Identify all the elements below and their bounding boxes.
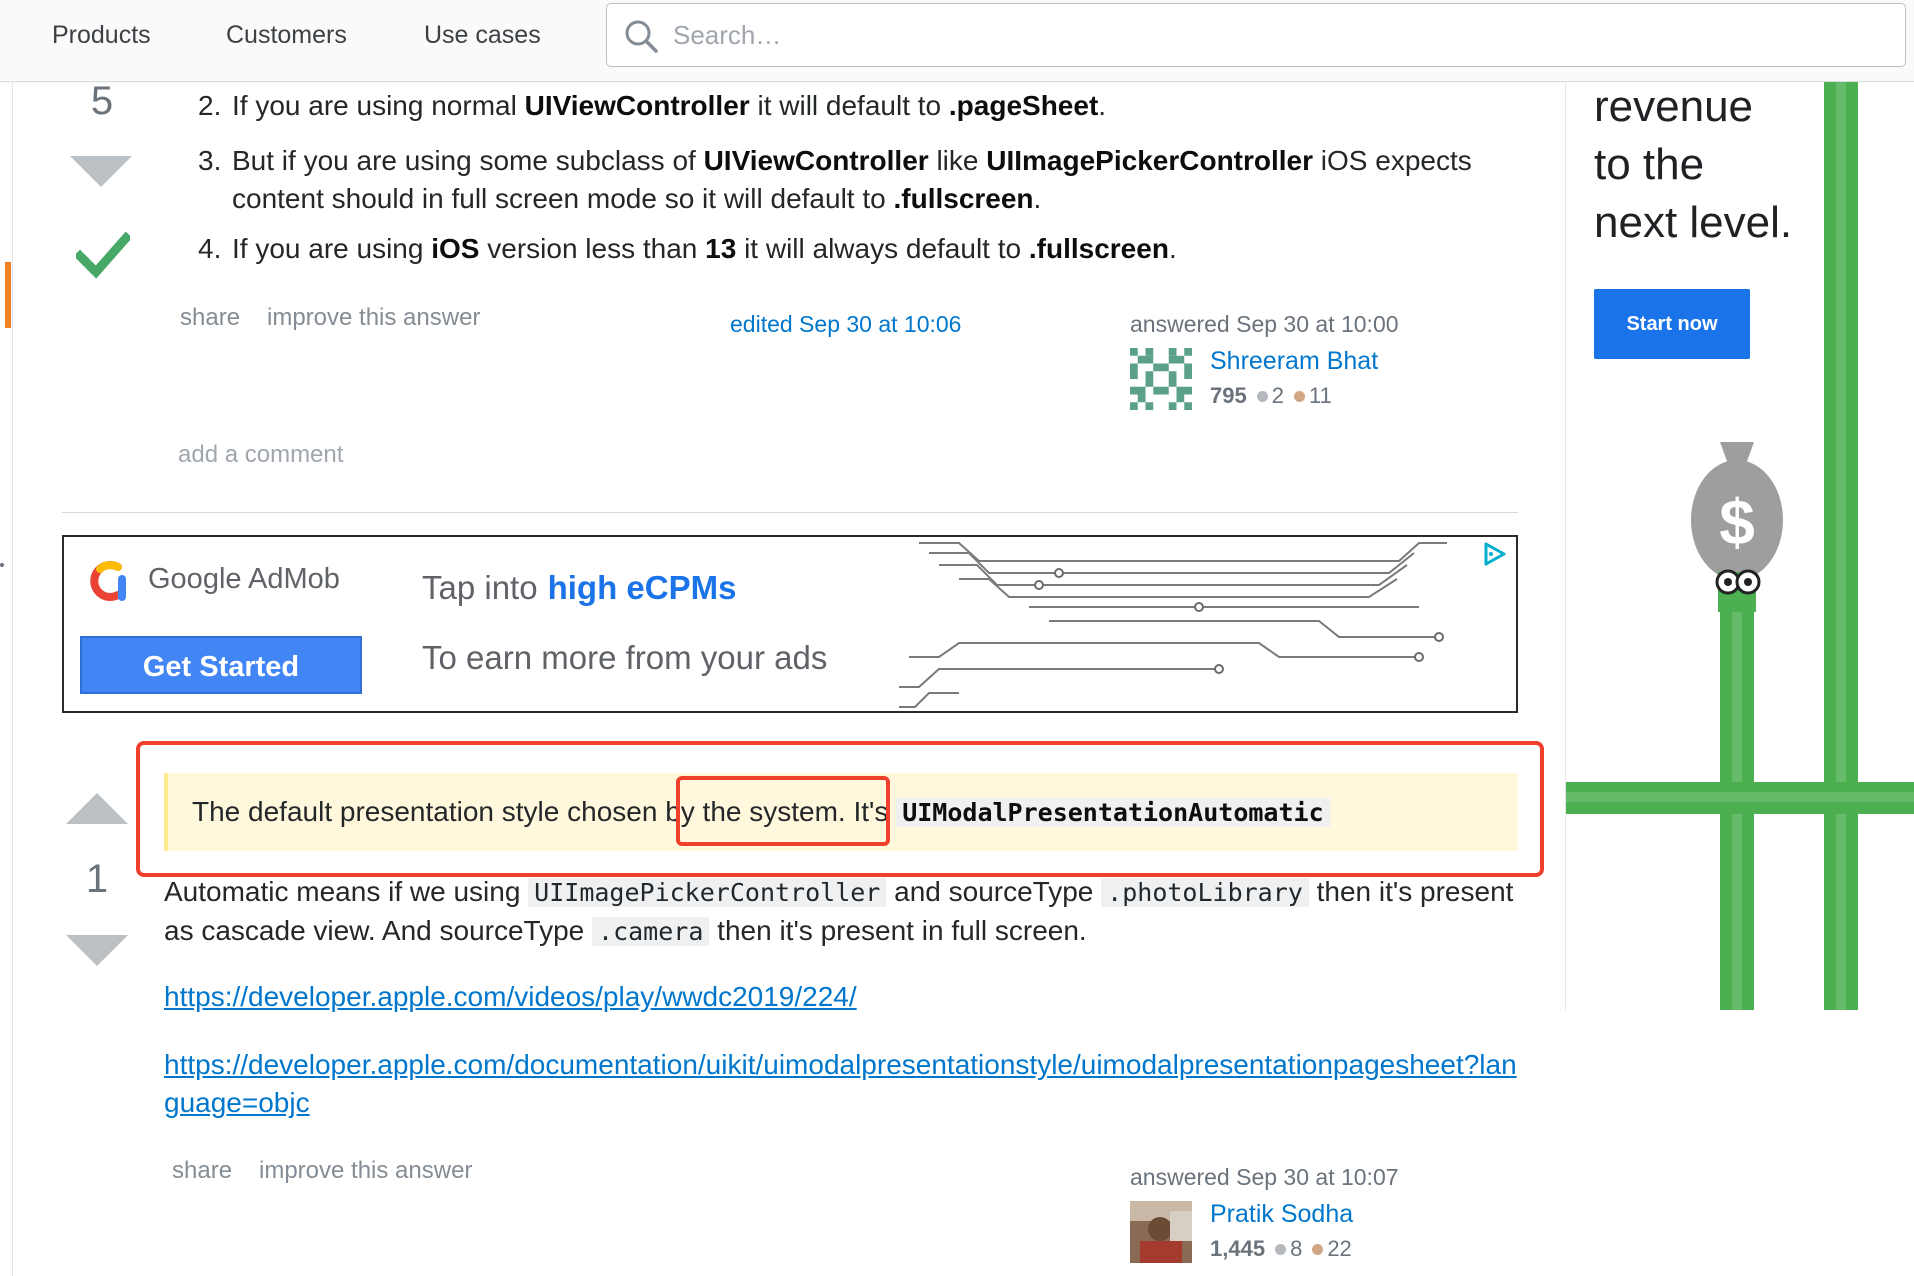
ad-get-started-button[interactable]: Get Started	[80, 636, 362, 694]
nav-products[interactable]: Products	[52, 20, 151, 50]
bronze-badge-icon	[1293, 390, 1305, 402]
list-number: 2.	[198, 90, 222, 121]
answered-timestamp: answered Sep 30 at 10:07	[1130, 1164, 1399, 1190]
admob-brand-name: Google AdMob	[148, 563, 340, 595]
wwdc-video-link[interactable]: https://developer.apple.com/videos/play/…	[164, 978, 1524, 1016]
left-rail-divider	[12, 82, 13, 1276]
circuit-decoration	[899, 542, 1447, 708]
downvote-button[interactable]	[66, 935, 128, 966]
inline-code: .camera	[592, 917, 710, 946]
upvote-button[interactable]	[66, 793, 128, 824]
active-section-marker	[5, 262, 11, 328]
adchoices-icon[interactable]	[1482, 541, 1508, 567]
nav-use-cases[interactable]: Use cases	[424, 20, 541, 50]
improve-answer-link[interactable]: improve this answer	[259, 1156, 472, 1186]
answer-paragraph: Automatic means if we using UIImagePicke…	[164, 876, 1514, 946]
edited-timestamp-link[interactable]: edited Sep 30 at 10:06	[730, 310, 961, 338]
inline-code: .photoLibrary	[1101, 878, 1309, 907]
answer-divider	[62, 512, 1518, 513]
start-now-button[interactable]: Start now	[1594, 289, 1750, 359]
annotation-highlight-phrase	[676, 776, 890, 846]
top-bar: Products Customers Use cases	[0, 0, 1914, 82]
svg-text:$: $	[1719, 486, 1755, 558]
user-reputation: 795 2 11	[1210, 382, 1332, 410]
admob-logo-icon	[90, 561, 126, 601]
ad-headline: Tap into high eCPMs	[422, 569, 737, 606]
downvote-button[interactable]	[70, 156, 132, 187]
search-icon	[625, 20, 658, 53]
silver-badge-count: 2	[1271, 383, 1284, 408]
list-text: But if you are using some subclass of UI…	[232, 145, 1472, 214]
list-text: If you are using normal UIViewController…	[232, 90, 1107, 121]
vote-count: 5	[90, 79, 114, 123]
inline-code: UIImagePickerController	[528, 878, 887, 907]
silver-badge-icon	[1256, 390, 1268, 402]
bronze-badge-icon	[1312, 1243, 1324, 1255]
list-number: 3.	[198, 145, 222, 176]
list-number: 4.	[198, 233, 222, 264]
bronze-badge-count: 22	[1327, 1236, 1352, 1261]
rail-dot	[0, 563, 4, 567]
add-comment-link[interactable]: add a comment	[178, 440, 343, 470]
silver-badge-icon	[1275, 1243, 1287, 1255]
ad-subline: To earn more from your ads	[422, 639, 828, 676]
avatar[interactable]	[1130, 348, 1192, 410]
reputation-score: 1,445	[1210, 1236, 1266, 1261]
improve-answer-link[interactable]: improve this answer	[267, 303, 480, 333]
accepted-answer-check-icon	[76, 231, 130, 279]
apple-docs-link[interactable]: https://developer.apple.com/documentatio…	[164, 1046, 1524, 1122]
sidebar-ad[interactable]: $ revenue to the next level. Start now	[1565, 82, 1914, 1010]
user-reputation: 1,445 8 22	[1210, 1235, 1352, 1263]
user-name-link[interactable]: Pratik Sodha	[1210, 1199, 1353, 1229]
avatar[interactable]	[1130, 1201, 1192, 1263]
share-link[interactable]: share	[180, 303, 240, 333]
reputation-score: 795	[1210, 383, 1247, 408]
side-ad-headline: revenue to the next level.	[1594, 82, 1793, 247]
list-text: If you are using iOS version less than 1…	[232, 233, 1177, 264]
admob-banner-ad[interactable]: Google AdMob Get Started Tap into high eC…	[62, 535, 1518, 713]
search-input[interactable]	[673, 16, 1873, 54]
vote-count: 1	[85, 857, 109, 901]
search-box[interactable]	[606, 3, 1906, 67]
bronze-badge-count: 11	[1308, 383, 1332, 408]
nav-customers[interactable]: Customers	[226, 20, 347, 50]
silver-badge-count: 8	[1290, 1236, 1303, 1261]
answered-timestamp: answered Sep 30 at 10:00	[1130, 311, 1399, 337]
share-link[interactable]: share	[172, 1156, 232, 1186]
user-name-link[interactable]: Shreeram Bhat	[1210, 346, 1378, 376]
